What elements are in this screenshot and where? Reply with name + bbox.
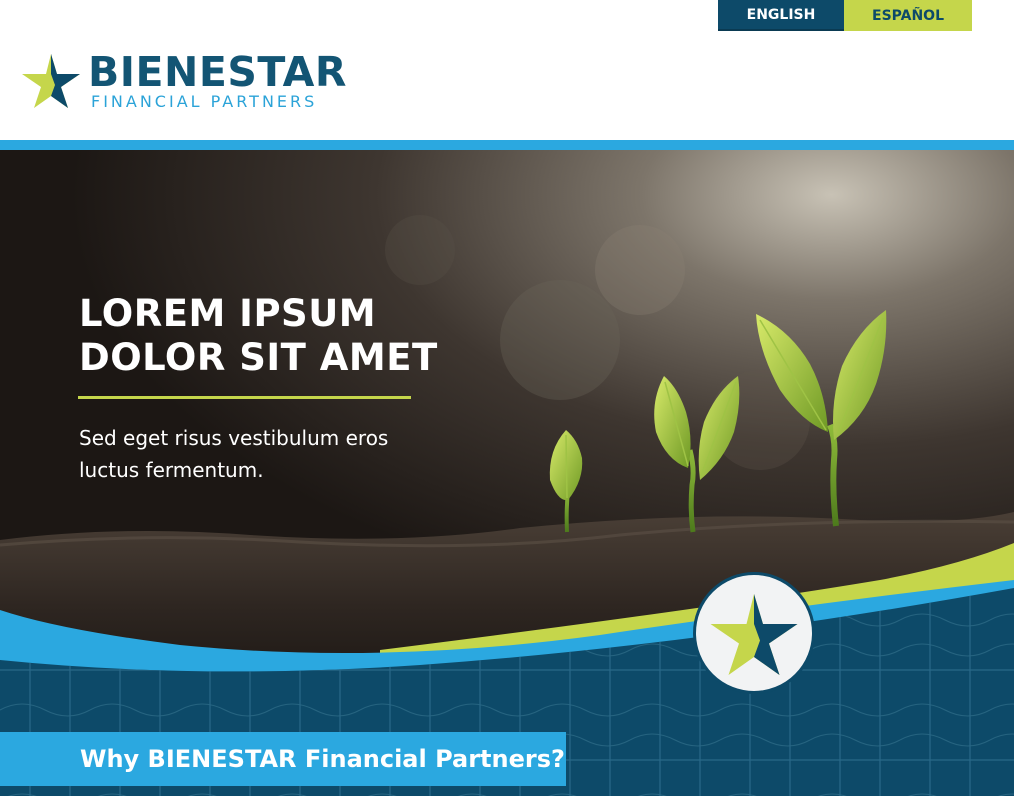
site-header: ENGLISH ESPAÑOL BIENESTAR FINANCIAL PART… (0, 0, 1014, 140)
language-switcher: ENGLISH ESPAÑOL (718, 0, 972, 33)
hero-title-line-1: LOREM IPSUM (79, 292, 377, 335)
section-heading-box: Why BIENESTAR Financial Partners? (0, 732, 566, 786)
language-english-button[interactable]: ENGLISH (718, 0, 844, 31)
section-heading: Why BIENESTAR Financial Partners? (80, 745, 565, 773)
hero-banner: LOREM IPSUM DOLOR SIT AMET Sed eget risu… (0, 140, 1014, 796)
language-spanish-button[interactable]: ESPAÑOL (844, 0, 972, 31)
hero-title-line-2: DOLOR SIT AMET (79, 336, 438, 379)
hero-title: LOREM IPSUM DOLOR SIT AMET (79, 292, 479, 380)
hero-text: Sed eget risus vestibulum eros luctus fe… (79, 426, 389, 482)
logo-subtitle: FINANCIAL PARTNERS (91, 92, 318, 111)
logo-name: BIENESTAR (88, 48, 347, 96)
star-icon (22, 54, 80, 108)
star-icon (710, 594, 798, 675)
site-logo[interactable]: BIENESTAR FINANCIAL PARTNERS (22, 48, 352, 112)
hero-divider (78, 396, 411, 399)
star-badge (693, 572, 815, 694)
